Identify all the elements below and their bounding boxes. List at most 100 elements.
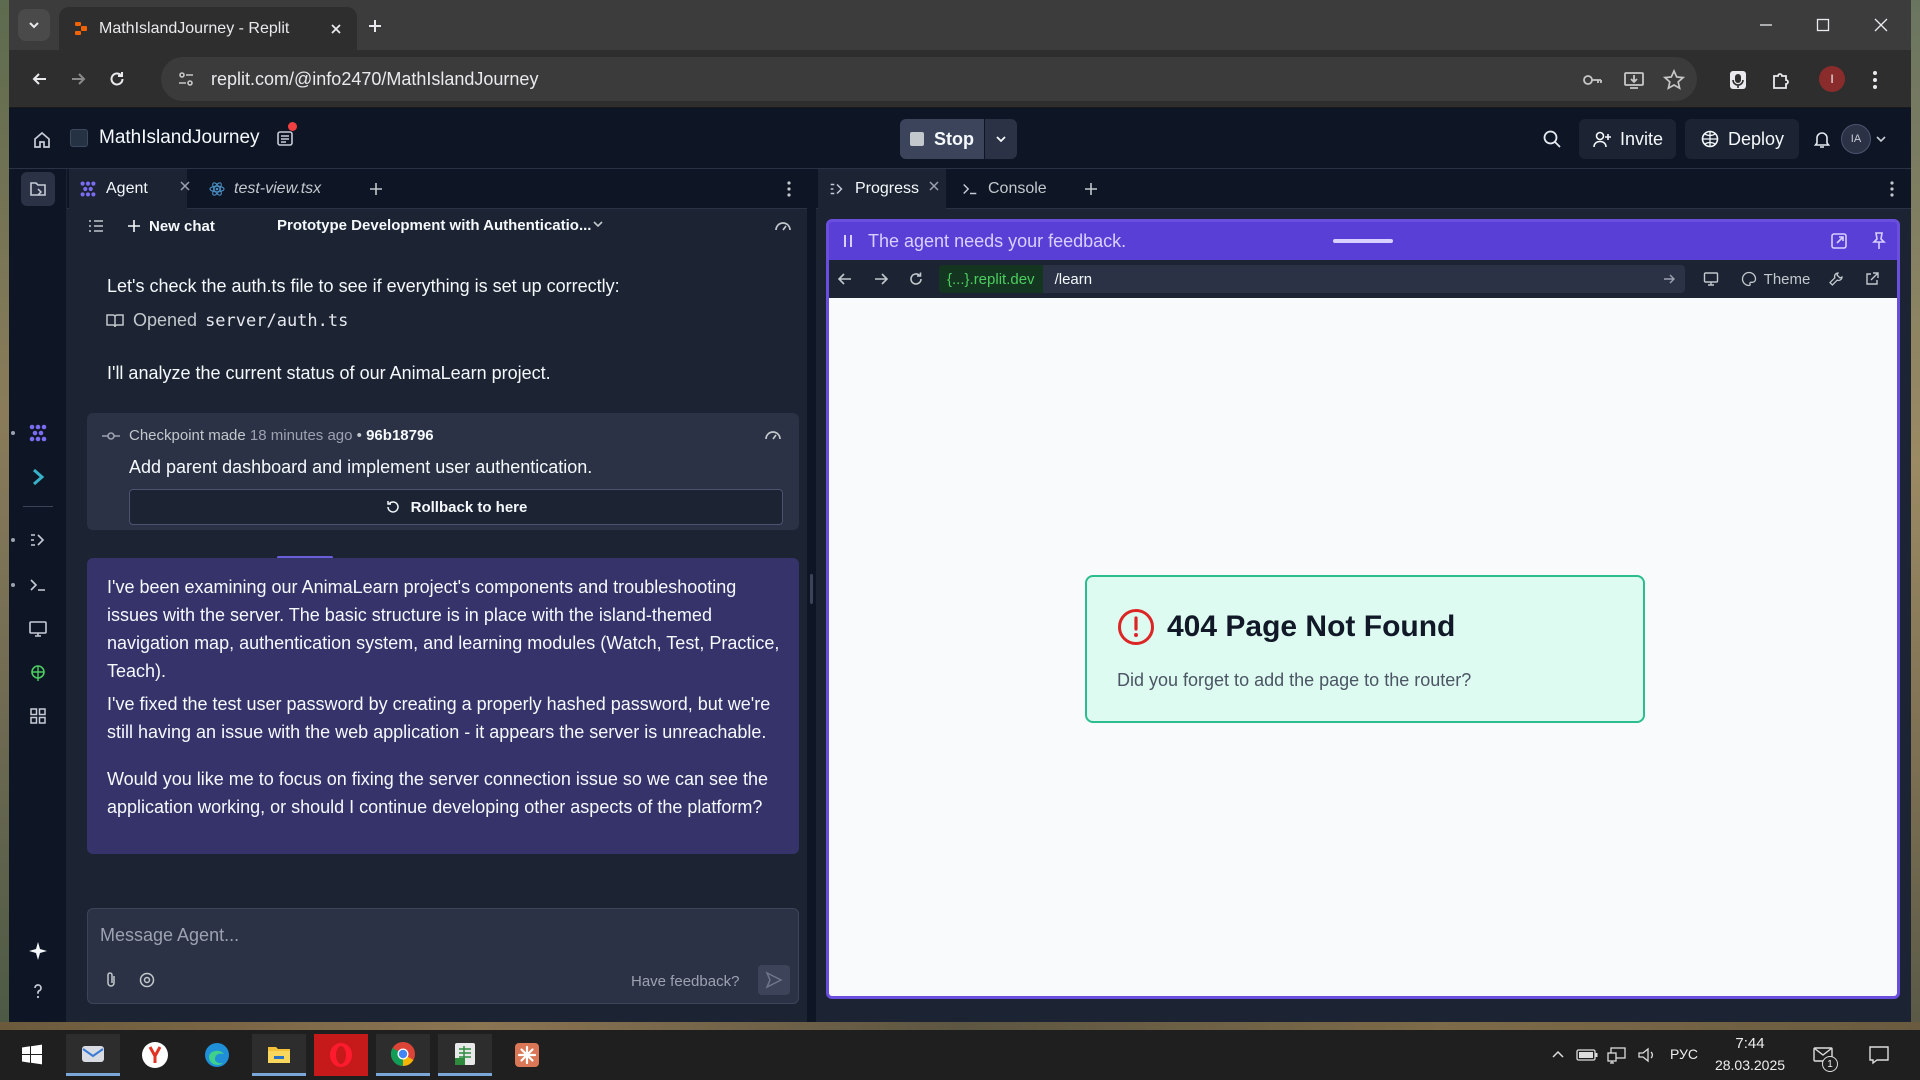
taskbar-yandex-browser[interactable]	[128, 1034, 182, 1076]
close-icon[interactable]	[179, 180, 191, 192]
rail-ai-button[interactable]	[21, 934, 55, 968]
battery-icon[interactable]	[1576, 1044, 1598, 1066]
device-monitor-icon[interactable]	[1699, 268, 1723, 290]
notifications-button[interactable]	[1807, 124, 1837, 154]
tab-console[interactable]: Console	[951, 169, 1071, 209]
rail-files-button[interactable]	[21, 172, 55, 206]
agent-message-analyze: I'll analyze the current status of our A…	[107, 363, 551, 383]
install-app-icon[interactable]	[1621, 67, 1647, 93]
more-vertical-icon	[1890, 181, 1894, 197]
rollback-button[interactable]: Rollback to here	[129, 489, 783, 525]
panel-more-button[interactable]	[1880, 177, 1904, 201]
tab-agent[interactable]: Agent	[69, 169, 190, 209]
bookmark-star-icon[interactable]	[1661, 67, 1687, 93]
chat-title[interactable]: Prototype Development with Authenticatio…	[277, 217, 591, 234]
opened-file-action[interactable]: Opened server/auth.ts	[105, 310, 348, 331]
profile-button[interactable]: I	[1819, 66, 1845, 92]
browser-menu-button[interactable]	[1859, 64, 1891, 96]
panel-resize-divider[interactable]	[807, 169, 816, 1022]
opened-file-name: server/auth.ts	[205, 310, 349, 331]
taskbar-claude[interactable]	[500, 1034, 554, 1076]
input-language[interactable]: РУС	[1670, 1046, 1698, 1062]
devtools-wrench-icon[interactable]	[1824, 268, 1848, 290]
window-minimize-button[interactable]	[1752, 12, 1780, 38]
rail-help-button[interactable]	[21, 974, 55, 1008]
run-options-button[interactable]	[985, 119, 1017, 159]
close-icon[interactable]	[928, 180, 940, 192]
arrow-left-icon[interactable]	[833, 268, 857, 290]
arrow-right-icon[interactable]	[869, 268, 893, 290]
message-composer: Have feedback?	[87, 908, 799, 1004]
expand-icon[interactable]	[1829, 231, 1851, 253]
taskbar-file-explorer[interactable]	[252, 1034, 306, 1076]
add-tab-button[interactable]	[363, 176, 389, 202]
tab-test-view[interactable]: test-view.tsx	[199, 169, 354, 209]
invite-button[interactable]: Invite	[1579, 119, 1676, 159]
rail-progress-button[interactable]	[21, 523, 55, 557]
pin-icon[interactable]	[1869, 231, 1891, 253]
back-button[interactable]	[23, 62, 57, 96]
deploy-button[interactable]: Deploy	[1685, 119, 1799, 159]
arrow-right-icon[interactable]	[1659, 269, 1679, 289]
stop-icon	[910, 132, 924, 146]
close-icon[interactable]	[325, 18, 347, 40]
context-button[interactable]	[134, 967, 160, 993]
message-input[interactable]	[100, 921, 780, 949]
search-button[interactable]	[1537, 124, 1567, 154]
rail-agent-button[interactable]	[21, 416, 55, 450]
tab-search-button[interactable]	[18, 9, 50, 41]
rail-assistant-button[interactable]	[21, 460, 55, 494]
open-new-tab-icon[interactable]	[1860, 268, 1884, 290]
password-key-icon[interactable]	[1579, 67, 1605, 93]
taskbar-opera[interactable]	[314, 1034, 368, 1076]
chevron-down-icon[interactable]	[591, 217, 609, 235]
extensions-button[interactable]	[1765, 64, 1797, 96]
taskbar-edge[interactable]	[190, 1034, 244, 1076]
left-rail	[9, 169, 67, 1022]
network-icon[interactable]	[1606, 1044, 1628, 1066]
start-button[interactable]	[5, 1034, 59, 1076]
pause-icon[interactable]	[839, 232, 857, 250]
theme-button[interactable]: Theme	[1732, 265, 1819, 293]
send-button[interactable]	[758, 965, 790, 995]
rail-console-button[interactable]	[21, 568, 55, 602]
add-tab-button[interactable]	[1078, 176, 1104, 202]
taskbar-mail[interactable]	[66, 1034, 120, 1076]
browser-tab[interactable]: MathIslandJourney - Replit	[59, 7, 357, 50]
extension-microphone-button[interactable]	[1722, 64, 1754, 96]
chat-history-list-button[interactable]	[85, 215, 107, 237]
tab-progress[interactable]: Progress	[818, 169, 946, 209]
attach-button[interactable]	[98, 967, 124, 993]
new-chat-button[interactable]: New chat	[127, 214, 215, 238]
address-bar[interactable]: replit.com/@info2470/MathIslandJourney	[161, 57, 1697, 101]
clock-time[interactable]: 7:44	[1720, 1035, 1780, 1052]
history-gauge-icon[interactable]	[773, 216, 795, 238]
home-button[interactable]	[27, 125, 57, 155]
reload-button[interactable]	[100, 62, 134, 96]
window-close-button[interactable]	[1867, 12, 1895, 38]
volume-icon[interactable]	[1636, 1044, 1658, 1066]
reload-icon[interactable]	[904, 268, 928, 290]
account-menu-button[interactable]: IA	[1841, 123, 1897, 155]
webview-url-bar[interactable]: {...}.replit.dev /learn	[939, 265, 1685, 293]
site-info-icon[interactable]	[175, 68, 197, 90]
clock-date[interactable]: 28.03.2025	[1712, 1057, 1788, 1073]
repl-name[interactable]: MathIslandJourney	[99, 125, 260, 151]
checkpoint-hash[interactable]: 96b18796	[366, 427, 434, 444]
drag-handle[interactable]	[1333, 239, 1393, 243]
feedback-link[interactable]: Have feedback?	[631, 973, 739, 990]
notification-center-icon[interactable]	[1866, 1043, 1892, 1067]
panel-more-button[interactable]	[777, 177, 801, 201]
taskbar-chrome[interactable]	[376, 1034, 430, 1076]
rail-all-tools-button[interactable]	[21, 699, 55, 733]
window-maximize-button[interactable]	[1809, 12, 1837, 38]
rail-deployments-button[interactable]	[21, 656, 55, 690]
rail-webview-button[interactable]	[21, 612, 55, 646]
forward-button[interactable]	[61, 62, 95, 96]
resize-handle[interactable]	[810, 574, 813, 604]
stop-button[interactable]: Stop	[900, 119, 984, 159]
history-gauge-icon[interactable]	[763, 425, 785, 447]
tray-overflow-icon[interactable]	[1548, 1045, 1568, 1065]
taskbar-spreadsheet[interactable]	[438, 1034, 492, 1076]
new-tab-button[interactable]	[361, 12, 389, 40]
